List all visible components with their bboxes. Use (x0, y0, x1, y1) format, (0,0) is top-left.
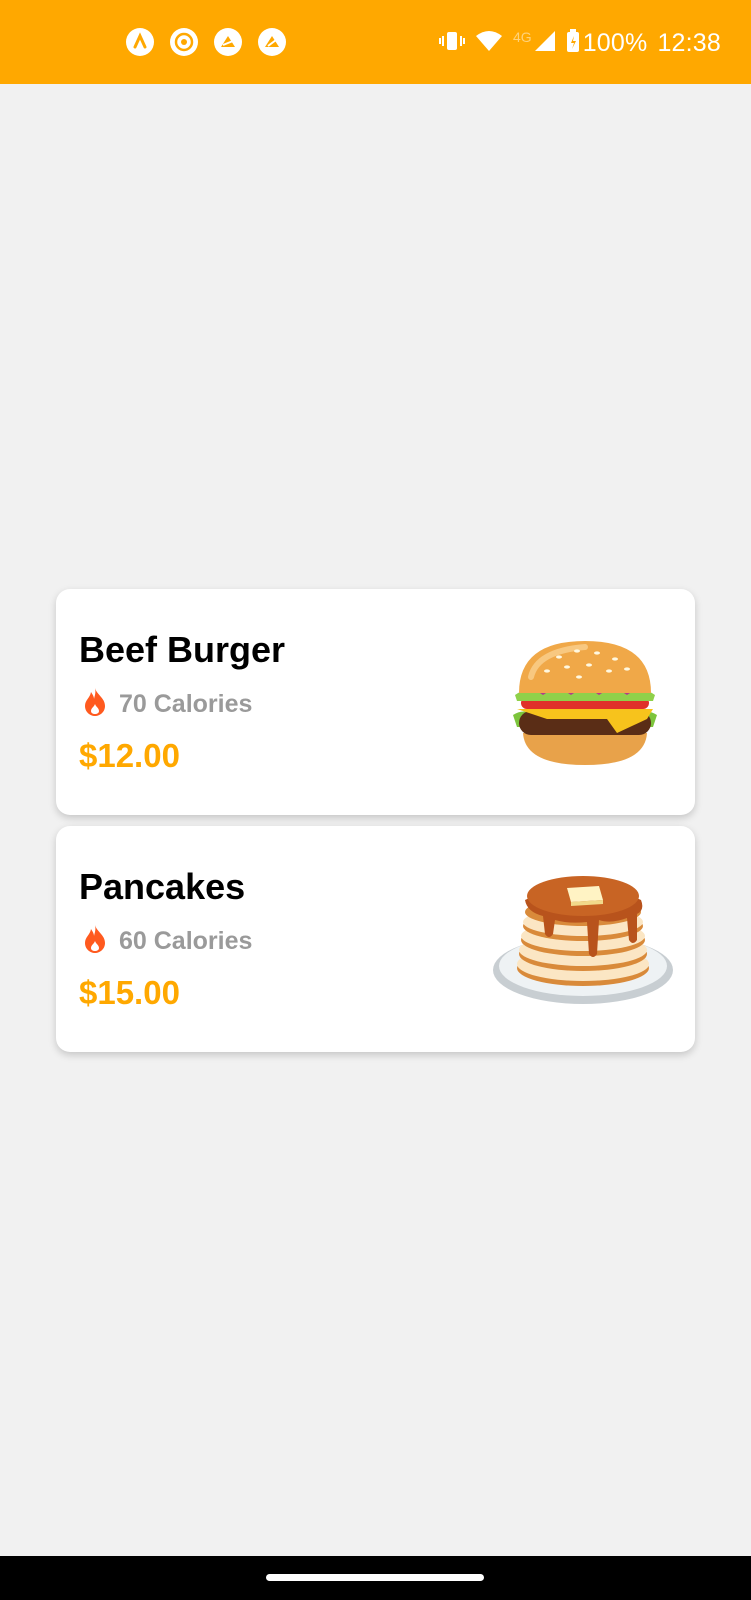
signal-icon (534, 30, 556, 57)
navigation-bar (0, 1556, 751, 1600)
notification-icons (126, 28, 286, 56)
item-name: Pancakes (79, 866, 246, 907)
calories-row: 60 Calories (83, 924, 252, 959)
vibrate-icon (439, 29, 465, 58)
flame-icon (83, 924, 107, 959)
menu-item-card[interactable]: Pancakes 60 Calories $15.00 (56, 826, 695, 1052)
burger-image (507, 637, 663, 772)
flame-icon (83, 687, 107, 722)
system-status: 4G 100% 12:38 (439, 26, 721, 60)
network-type-label: 4G (513, 29, 532, 45)
clock: 12:38 (657, 28, 721, 57)
wifi-icon (475, 30, 503, 57)
status-bar: 4G 100% 12:38 (0, 0, 751, 84)
pancakes-image (491, 870, 675, 1011)
item-price: $12.00 (79, 737, 180, 774)
battery-icon (566, 28, 580, 58)
app-notification-icon (126, 28, 154, 56)
battery-percent: 100% (582, 28, 648, 57)
calories-row: 70 Calories (83, 687, 252, 722)
item-price: $15.00 (79, 974, 180, 1011)
ship-notification-icon (214, 28, 242, 56)
target-notification-icon (170, 28, 198, 56)
item-calories: 60 Calories (119, 927, 253, 955)
item-name: Beef Burger (79, 629, 286, 670)
sail-notification-icon (258, 28, 286, 56)
home-gesture-handle[interactable] (266, 1574, 484, 1581)
item-calories: 70 Calories (119, 690, 253, 718)
menu-item-card[interactable]: Beef Burger 70 Calories $12.00 (56, 589, 695, 815)
